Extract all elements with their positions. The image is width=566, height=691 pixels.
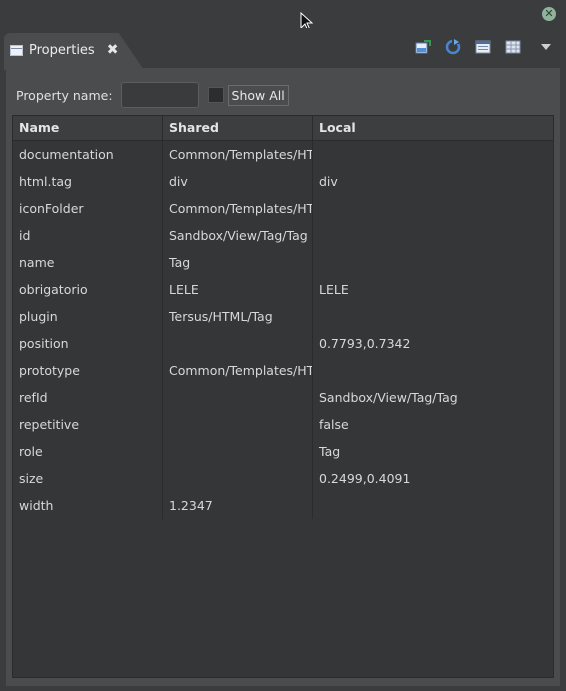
cell-name: id [13, 222, 163, 249]
cell-name: html.tag [13, 168, 163, 195]
cell-local [313, 195, 553, 222]
table-row[interactable]: role Tag [13, 438, 553, 465]
cell-shared: div [163, 168, 313, 195]
filter-bar: Property name: Show All [16, 81, 289, 109]
properties-table: Name Shared Local documentation Common/Te… [12, 115, 554, 678]
properties-panel: Property name: Show All Name Shared Loca… [6, 68, 560, 686]
table-body: documentation Common/Templates/HTM html.ta… [13, 141, 553, 519]
cell-local [313, 249, 553, 276]
title-bar: ✕ [0, 0, 566, 32]
table-row[interactable]: id Sandbox/View/Tag/Tag [13, 222, 553, 249]
cell-shared [163, 465, 313, 492]
table-row[interactable]: iconFolder Common/Templates/HTM [13, 195, 553, 222]
close-icon: ✕ [544, 7, 554, 20]
cell-shared: 1.2347 [163, 492, 313, 519]
table-row[interactable]: repetitive false [13, 411, 553, 438]
cell-name: documentation [13, 141, 163, 168]
cell-local [313, 141, 553, 168]
close-window-button[interactable]: ✕ [542, 7, 556, 21]
close-tab-icon[interactable]: ✖ [107, 42, 119, 58]
cell-local [313, 357, 553, 384]
cell-local [313, 303, 553, 330]
cell-name: size [13, 465, 163, 492]
cell-shared: Tag [163, 249, 313, 276]
properties-window: ✕ Properties ✖ Property name: Show All N… [0, 0, 566, 691]
edit-icon[interactable] [414, 39, 432, 55]
cell-local [313, 492, 553, 519]
cell-name: refId [13, 384, 163, 411]
table-row[interactable]: width 1.2347 [13, 492, 553, 519]
table-header: Name Shared Local [13, 116, 553, 141]
cell-name: position [13, 330, 163, 357]
table-row[interactable]: size 0.2499,0.4091 [13, 465, 553, 492]
column-header-name[interactable]: Name [13, 116, 163, 140]
cell-local: false [319, 417, 349, 432]
tab-strip: Properties ✖ [0, 28, 566, 70]
show-all-label[interactable]: Show All [227, 84, 289, 106]
table-row[interactable]: position 0.7793,0.7342 [13, 330, 553, 357]
tab-properties[interactable]: Properties ✖ [4, 33, 144, 70]
cell-local: div [319, 174, 338, 189]
table-row[interactable]: html.tag div div [13, 168, 553, 195]
table-view-icon[interactable] [504, 39, 522, 55]
cell-shared [163, 411, 313, 438]
cell-shared [163, 438, 313, 465]
view-toolbar [414, 39, 552, 55]
show-all-checkbox[interactable] [207, 87, 224, 103]
cell-shared [163, 384, 313, 411]
property-name-label: Property name: [16, 87, 113, 103]
table-row[interactable]: obrigatorio LELE LELE [13, 276, 553, 303]
cell-shared: Tersus/HTML/Tag [163, 303, 313, 330]
tab-label: Properties [29, 42, 95, 58]
column-header-local[interactable]: Local [313, 116, 553, 140]
table-row[interactable]: documentation Common/Templates/HTM [13, 141, 553, 168]
column-header-shared[interactable]: Shared [163, 116, 313, 140]
cell-name: prototype [13, 357, 163, 384]
cell-name: role [13, 438, 163, 465]
cell-name: obrigatorio [13, 276, 163, 303]
cell-name: name [13, 249, 163, 276]
cell-local: Tag [319, 444, 341, 459]
table-row[interactable]: plugin Tersus/HTML/Tag [13, 303, 553, 330]
cell-shared: Common/Templates/HTM [163, 195, 313, 222]
cell-local: 0.2499,0.4091 [319, 471, 411, 486]
view-menu-chevron-icon[interactable] [534, 39, 552, 55]
refresh-icon[interactable] [444, 39, 462, 55]
cell-local [313, 222, 553, 249]
cell-shared: Common/Templates/HTM [163, 141, 313, 168]
cell-shared: Sandbox/View/Tag/Tag [163, 222, 313, 249]
cell-local: LELE [319, 282, 349, 297]
cell-name: width [13, 492, 163, 519]
table-row[interactable]: refId Sandbox/View/Tag/Tag [13, 384, 553, 411]
table-row[interactable]: prototype Common/Templates/HTM [13, 357, 553, 384]
cell-local: Sandbox/View/Tag/Tag [319, 390, 458, 405]
cell-name: plugin [13, 303, 163, 330]
cell-local: 0.7793,0.7342 [319, 336, 411, 351]
table-row[interactable]: name Tag [13, 249, 553, 276]
layout-icon[interactable] [474, 39, 492, 55]
property-name-input[interactable] [120, 82, 199, 108]
cell-shared [163, 330, 313, 357]
cell-shared: Common/Templates/HTM [163, 357, 313, 384]
cell-name: iconFolder [13, 195, 163, 222]
cell-shared: LELE [163, 276, 313, 303]
cell-name: repetitive [13, 411, 163, 438]
properties-view-icon [10, 44, 23, 56]
